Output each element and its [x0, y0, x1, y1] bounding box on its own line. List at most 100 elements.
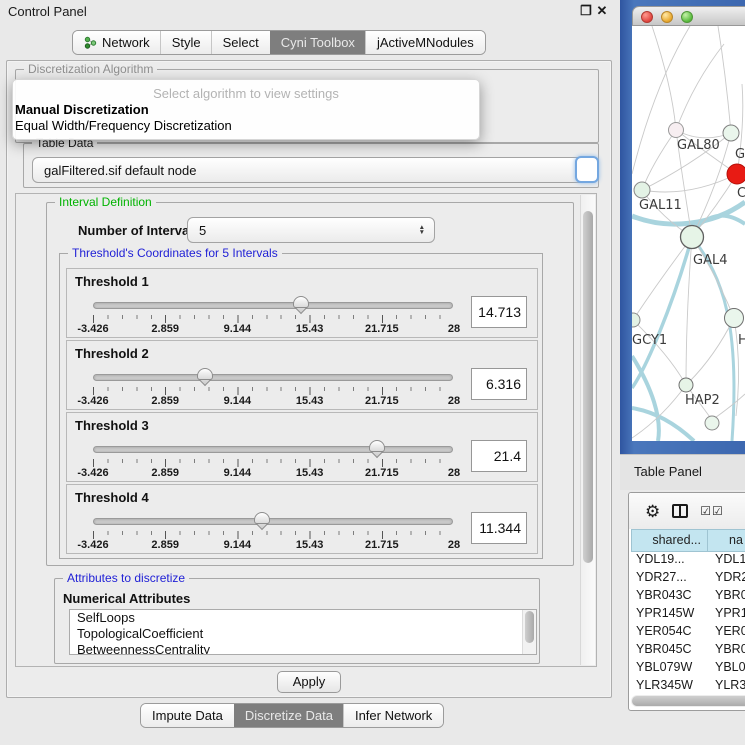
cell[interactable]: YER054C — [631, 624, 708, 642]
cell[interactable]: YBR0 — [708, 588, 745, 606]
cell[interactable]: YBL0 — [708, 660, 745, 678]
attributes-list-scrollbar[interactable] — [522, 610, 536, 654]
node-label-hap2: HAP2 — [685, 393, 720, 408]
tick-label: 15.43 — [296, 395, 324, 407]
cell[interactable]: YBL079W — [631, 660, 708, 678]
cell[interactable]: YDR2 — [708, 570, 745, 588]
node-gcy1[interactable] — [632, 313, 640, 327]
select-columns-icon[interactable]: ☑☑ — [700, 504, 724, 518]
node-gal4[interactable] — [681, 226, 704, 249]
tab-style[interactable]: Style — [161, 31, 212, 54]
cell[interactable]: YLR345W — [631, 678, 708, 696]
network-canvas[interactable]: GAL80 GAL11 GAL4 GCY1 HAP2 GA C H — [632, 26, 745, 441]
tick-label: 15.43 — [296, 467, 324, 479]
threshold-3-slider-thumb[interactable] — [369, 440, 385, 459]
tab-discretize-data[interactable]: Discretize Data — [234, 704, 344, 727]
cell[interactable]: YLR3 — [708, 678, 745, 696]
scrollbar-thumb[interactable] — [583, 211, 593, 563]
threshold-2-value-field[interactable] — [471, 368, 527, 400]
tick-label: 21.715 — [365, 323, 399, 335]
split-columns-icon[interactable] — [672, 504, 688, 518]
list-item[interactable]: SelfLoops — [70, 610, 536, 626]
node-bottom-partial[interactable] — [705, 416, 719, 430]
node-top-right[interactable] — [723, 125, 739, 141]
minimize-traffic-light-icon[interactable] — [661, 11, 673, 23]
cell[interactable]: YBR045C — [631, 642, 708, 660]
tick-label: -3.426 — [77, 539, 108, 551]
table-row[interactable]: YBL079WYBL0 — [631, 660, 745, 678]
cell[interactable]: YDL1 — [708, 552, 745, 570]
table-row[interactable]: YLR345WYLR3 — [631, 678, 745, 696]
node-gal11[interactable] — [634, 182, 650, 198]
threshold-1-slider[interactable] — [93, 302, 453, 309]
threshold-1-value-field[interactable] — [471, 296, 527, 328]
table-row[interactable]: YBR043CYBR0 — [631, 588, 745, 606]
dropdown-option-equal-width-frequency[interactable]: Equal Width/Frequency Discretization — [13, 118, 479, 134]
numerical-attributes-list: SelfLoops TopologicalCoefficient Between… — [69, 609, 537, 655]
threshold-4-value-field[interactable] — [471, 512, 527, 544]
column-header-shared-name[interactable]: shared... — [631, 529, 708, 552]
cell[interactable]: YPR1 — [708, 606, 745, 624]
node-red-selected[interactable] — [727, 164, 745, 184]
table-row[interactable]: YPR145WYPR1 — [631, 606, 745, 624]
zoom-traffic-light-icon[interactable] — [681, 11, 693, 23]
table-data-combobox[interactable]: galFiltered.sif default node ▲▼ — [32, 157, 590, 183]
tab-impute-data[interactable]: Impute Data — [141, 704, 234, 727]
dropdown-option-manual-discretization[interactable]: Manual Discretization — [13, 102, 479, 118]
table-panel-toolbar: ⚙ ☑☑ — [629, 493, 745, 529]
node-hap2[interactable] — [679, 378, 693, 392]
threshold-1-slider-thumb[interactable] — [293, 296, 309, 315]
network-window-titlebar[interactable] — [632, 6, 745, 26]
tab-discretize-data-label: Discretize Data — [245, 708, 333, 723]
table-row[interactable]: YBR045CYBR0 — [631, 642, 745, 660]
cell[interactable]: YDL19... — [631, 552, 708, 570]
node-label-gal11: GAL11 — [639, 198, 682, 213]
threshold-4-slider[interactable] — [93, 518, 453, 525]
float-window-icon[interactable]: ❐ — [578, 3, 594, 19]
column-header-name[interactable]: na — [708, 529, 745, 552]
cell[interactable]: YER0 — [708, 624, 745, 642]
node-gal80[interactable] — [669, 123, 684, 138]
control-panel-title: Control Panel — [8, 4, 87, 19]
gear-icon[interactable]: ⚙ — [645, 503, 660, 520]
tab-cyni-toolbox[interactable]: Cyni Toolbox — [270, 31, 366, 54]
control-panel-window: Control Panel ❐ ✕ Network Style Select C… — [0, 0, 618, 745]
table-horizontal-scrollbar[interactable] — [631, 695, 745, 707]
list-item[interactable]: BetweennessCentrality — [70, 642, 536, 655]
threshold-2-slider[interactable] — [93, 374, 453, 381]
node-h[interactable] — [725, 309, 744, 328]
list-item[interactable]: TopologicalCoefficient — [70, 626, 536, 642]
settings-vertical-scrollbar[interactable] — [580, 195, 595, 665]
tick-label: 15.43 — [296, 323, 324, 335]
tab-select[interactable]: Select — [212, 31, 270, 54]
scrollbar-thumb[interactable] — [632, 696, 745, 706]
tab-infer-network[interactable]: Infer Network — [344, 704, 443, 727]
threshold-3-value-field[interactable] — [471, 440, 527, 472]
close-traffic-light-icon[interactable] — [641, 11, 653, 23]
table-row[interactable]: YDL19...YDL1 — [631, 552, 745, 570]
algorithm-combobox[interactable] — [575, 156, 599, 183]
tab-network[interactable]: Network — [73, 31, 161, 54]
close-window-icon[interactable]: ✕ — [594, 3, 610, 19]
cell[interactable]: YBR0 — [708, 642, 745, 660]
tab-jactivemnodules[interactable]: jActiveMNodules — [366, 31, 485, 54]
threshold-3-panel: Threshold 3 -3.426 2.859 9.144 15.43 21.… — [66, 412, 538, 482]
stepper-icon: ▲▼ — [419, 225, 425, 235]
apply-button[interactable]: Apply — [277, 671, 341, 693]
slider-ticks-major — [93, 387, 454, 395]
threshold-3-slider[interactable] — [93, 446, 453, 453]
network-view-window[interactable]: GAL80 GAL11 GAL4 GCY1 HAP2 GA C H — [620, 0, 745, 454]
cell[interactable]: YBR043C — [631, 588, 708, 606]
tick-label: 21.715 — [365, 467, 399, 479]
number-of-intervals-value: 5 — [199, 223, 206, 238]
table-row[interactable]: YER054CYER0 — [631, 624, 745, 642]
algorithm-dropdown-popup: Select algorithm to view settings Manual… — [12, 79, 480, 140]
cell[interactable]: YPR145W — [631, 606, 708, 624]
table-row[interactable]: YDR27...YDR2 — [631, 570, 745, 588]
cell[interactable]: YDR27... — [631, 570, 708, 588]
control-panel-tabs: Network Style Select Cyni Toolbox jActiv… — [72, 30, 486, 55]
threshold-4-slider-thumb[interactable] — [254, 512, 270, 531]
tab-infer-network-label: Infer Network — [355, 708, 432, 723]
number-of-intervals-combobox[interactable]: 5 ▲▼ — [187, 217, 435, 243]
threshold-2-slider-thumb[interactable] — [197, 368, 213, 387]
